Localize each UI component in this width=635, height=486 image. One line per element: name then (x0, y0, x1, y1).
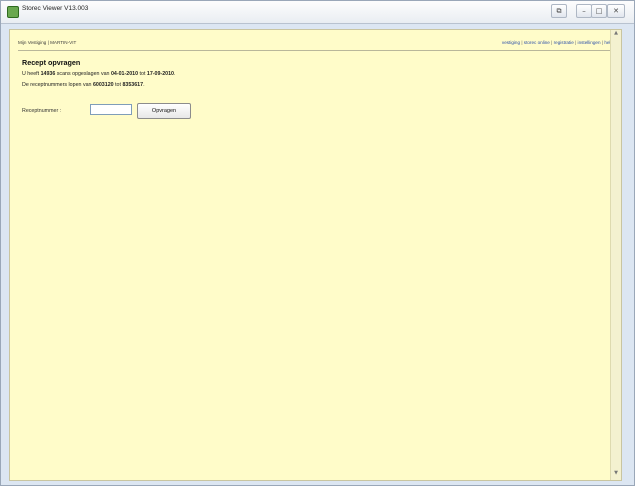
location-breadcrumb: Mijn Vestiging | MARTIN-VIT (18, 40, 77, 45)
nav-link-vestiging[interactable]: vestiging (502, 40, 520, 45)
restore-icon[interactable]: ⧉ (551, 4, 567, 18)
maximize-button[interactable]: □ (591, 4, 607, 18)
recipe-number-input[interactable] (90, 104, 132, 115)
title-bar[interactable]: Storec Viewer V13.003 ⧉ – □ ✕ (1, 1, 634, 24)
app-icon (7, 6, 19, 18)
page-title: Recept opvragen (22, 58, 81, 67)
nav-link-instellingen[interactable]: instellingen (578, 40, 601, 45)
scan-count: 14936 (40, 71, 56, 77)
close-button[interactable]: ✕ (607, 4, 625, 18)
summary-text: . (174, 71, 176, 77)
top-nav-links: vestiging | storec online | registratie … (502, 40, 613, 45)
application-window: Storec Viewer V13.003 ⧉ – □ ✕ Mijn Vesti… (0, 0, 635, 486)
range-end: 8353617 (122, 82, 144, 88)
minimize-button[interactable]: – (576, 4, 592, 18)
opvragen-button[interactable]: Opvragen (137, 103, 191, 119)
start-date: 04-01-2010 (110, 71, 139, 77)
range-start: 6003120 (92, 82, 114, 88)
vertical-scrollbar[interactable]: ▲ ▼ (610, 30, 621, 480)
nav-link-storec-online[interactable]: storec online (524, 40, 550, 45)
summary-text: tot (138, 71, 147, 77)
summary-text: U heeft (22, 71, 41, 77)
recipe-range: De receptnummers lopen van 6003120 tot 8… (22, 82, 145, 88)
range-text: De receptnummers lopen van (22, 82, 93, 88)
scroll-up-icon[interactable]: ▲ (611, 30, 621, 40)
nav-link-registratie[interactable]: registratie (554, 40, 574, 45)
range-text: . (143, 82, 145, 88)
scroll-down-icon[interactable]: ▼ (611, 470, 621, 480)
recipe-number-label: Receptnummer : (22, 108, 62, 114)
window-title: Storec Viewer V13.003 (22, 5, 89, 12)
content-pane: Mijn Vestiging | MARTIN-VIT vestiging | … (9, 29, 622, 481)
scan-summary: U heeft 14936 scans opgeslagen van 04-01… (22, 71, 176, 77)
end-date: 17-09-2010 (146, 71, 175, 77)
summary-text: scans opgeslagen van (55, 71, 111, 77)
top-navigation: Mijn Vestiging | MARTIN-VIT vestiging | … (18, 40, 613, 51)
